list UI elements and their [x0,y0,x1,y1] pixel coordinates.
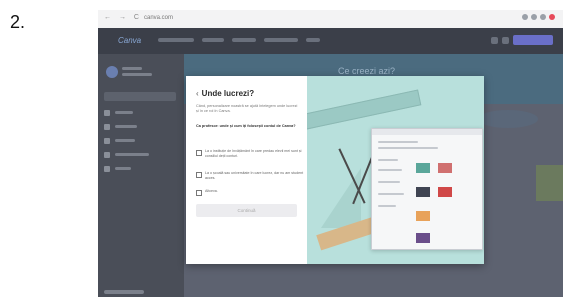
design-thumbnail[interactable] [536,165,563,201]
option-2[interactable]: La o școală sau universitate în care luc… [196,171,304,180]
top-menu [158,38,320,42]
folder-icon [104,123,110,130]
header-actions [491,35,553,45]
checkbox[interactable] [196,171,202,178]
extension-icon[interactable] [540,14,546,20]
template-icon [104,137,110,144]
extension-icon[interactable] [522,14,528,20]
modal-header: ‹ Unde lucrezi? [196,89,254,98]
browser-toolbar: ← → C canva.com [98,10,563,29]
canva-logo[interactable]: Canva [118,36,141,45]
sidebar [98,54,184,297]
modal-illustration [307,76,484,264]
background-shape [478,110,538,128]
chevron-left-icon[interactable]: ‹ [196,89,199,98]
extension-icon[interactable] [531,14,537,20]
avatar[interactable] [106,66,118,78]
menu-item[interactable] [264,38,298,42]
sidebar-item-templates[interactable] [104,136,135,145]
option-label: La o instituție de învățământ în care pr… [205,149,302,158]
onboarding-modal: ‹ Unde lucrezi? Când, personalizare noas… [186,76,484,264]
modal-question: Ca profesor: unde și cum îți folosești c… [196,124,296,128]
sidebar-item-projects[interactable] [104,122,137,131]
address-bar[interactable]: canva.com [144,15,173,21]
screenshot: ← → C canva.com Canva Ce creezi azi? ‹ U… [98,10,563,297]
option-1[interactable]: La o instituție de învățământ în care pr… [196,149,304,158]
menu-item[interactable] [202,38,224,42]
create-design-button[interactable] [513,35,553,45]
sidebar-item-apps[interactable] [104,164,131,173]
app-header: Canva [98,28,563,54]
home-icon [104,109,110,116]
browser-extension-icons [522,14,555,20]
sidebar-item-home[interactable] [104,108,133,117]
sidebar-footer-link[interactable] [104,290,144,294]
modal-form: ‹ Unde lucrezi? Când, personalizare noas… [186,76,307,264]
continue-button[interactable]: Continuă [196,204,297,217]
option-3[interactable]: Altceva. [196,189,304,196]
step-number: 2. [10,12,26,32]
menu-item[interactable] [158,38,194,42]
option-label: Altceva. [205,189,218,193]
apps-icon [104,165,110,172]
checkbox[interactable] [196,189,202,196]
settings-icon[interactable] [491,36,498,44]
browser-nav-buttons[interactable]: ← → C [104,14,142,21]
hero-title: Ce creezi azi? [338,66,396,76]
checkbox[interactable] [196,149,202,156]
sidebar-item-brand[interactable] [104,150,149,159]
modal-description: Când, personalizare noastră se ajută înt… [196,104,298,113]
profile-icon[interactable] [549,14,555,20]
laptop-screen-illustration [371,128,483,250]
menu-item[interactable] [232,38,256,42]
menu-item[interactable] [306,38,320,42]
ruler-illustration [307,89,422,131]
option-label: La o școală sau universitate în care luc… [205,171,304,180]
sidebar-button[interactable] [104,92,176,101]
notifications-icon[interactable] [502,36,509,44]
brand-icon [104,151,110,158]
modal-title: Unde lucrezi? [201,89,255,98]
